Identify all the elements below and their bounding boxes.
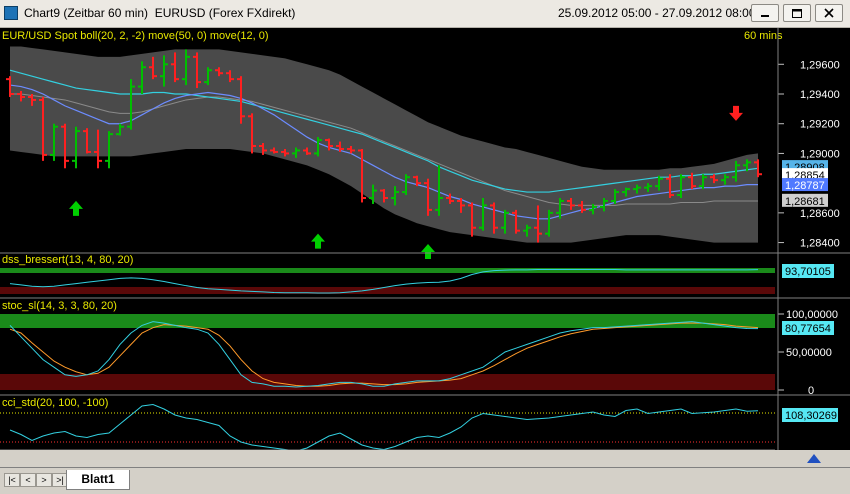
dss-header: dss_bressert(13, 4, 80, 20) <box>2 254 133 266</box>
price-label: 1,28787 <box>785 180 825 192</box>
price-tick-label: 1,28600 <box>800 208 840 220</box>
timeframe-label: 60 mins <box>744 30 783 42</box>
dss-value-label: 93,70105 <box>785 266 831 278</box>
stoc-tick-label: 100,00000 <box>786 309 838 321</box>
stoc-header: stoc_sl(14, 3, 3, 80, 20) <box>2 300 117 312</box>
price-tick-label: 1,29000 <box>800 148 840 160</box>
prev-sheet-button[interactable]: < <box>20 473 36 487</box>
dss-oversold-zone <box>0 287 775 294</box>
window-title: Chart9 (Zeitbar 60 min) EURUSD (Forex FX… <box>24 6 296 20</box>
price-tick-label: 1,29400 <box>800 89 840 101</box>
price-tick-label: 1,28400 <box>800 238 840 250</box>
date-range: 25.09.2012 05:00 - 27.09.2012 08:00 <box>558 6 756 20</box>
main-panel-header: EUR/USD Spot boll(20, 2, -2) move(50, 0)… <box>2 30 269 42</box>
stoc-tick-label: 50,00000 <box>786 347 832 359</box>
next-sheet-button[interactable]: > <box>36 473 52 487</box>
minimize-icon <box>761 15 769 17</box>
close-icon <box>824 8 834 18</box>
minimize-button[interactable] <box>751 4 779 22</box>
chart-window: Chart9 (Zeitbar 60 min) EURUSD (Forex FX… <box>0 0 850 494</box>
chart-area[interactable]: EUR/USD Spot boll(20, 2, -2) move(50, 0)… <box>0 28 850 450</box>
stoc-value-label: 80,77654 <box>785 323 831 335</box>
title-bar: Chart9 (Zeitbar 60 min) EURUSD (Forex FX… <box>0 0 850 28</box>
cci-value-label: 108,30269 <box>785 410 837 422</box>
chart-app-icon <box>4 6 18 20</box>
stoc-oversold-zone <box>0 374 775 390</box>
close-button[interactable] <box>815 4 843 22</box>
sheet-bar: |< < > >| Blatt1 <box>0 467 850 494</box>
price-tick-label: 1,29600 <box>800 59 840 71</box>
price-label: 1,28681 <box>785 196 825 208</box>
stoc-overbought-zone <box>0 314 775 328</box>
dss-overbought-zone <box>0 268 775 273</box>
maximize-icon <box>792 9 802 18</box>
first-sheet-button[interactable]: |< <box>4 473 20 487</box>
cci-header: cci_std(20, 100, -100) <box>2 397 108 409</box>
price-tick-label: 1,29200 <box>800 119 840 131</box>
maximize-button[interactable] <box>783 4 811 22</box>
sheet-tab-blatt1[interactable]: Blatt1 <box>66 470 130 490</box>
chart-tool-icon[interactable] <box>805 452 823 464</box>
